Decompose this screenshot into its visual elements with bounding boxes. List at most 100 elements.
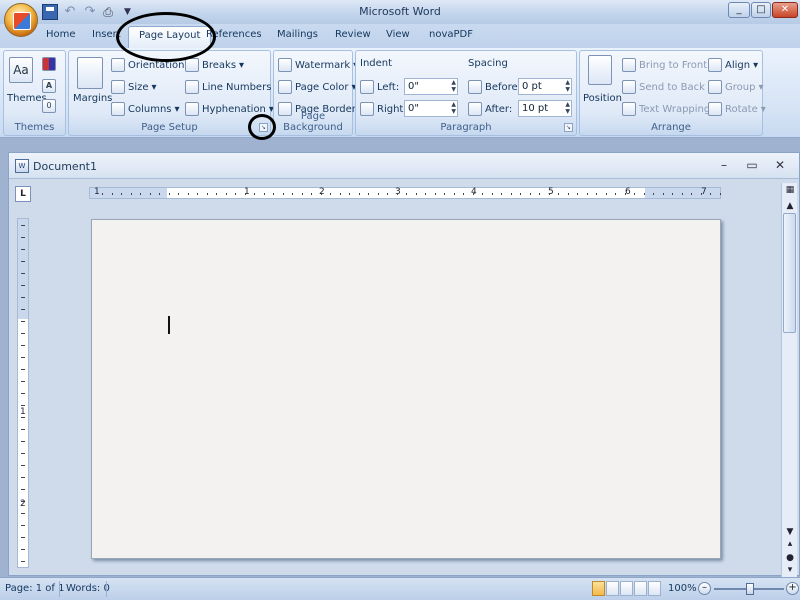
- line-numbers-button[interactable]: Line Numbers▾: [185, 80, 279, 94]
- ruler-tick: [21, 453, 25, 454]
- themes-button[interactable]: Themes: [7, 93, 47, 104]
- columns-button[interactable]: Columns ▾: [111, 102, 180, 116]
- theme-effects-icon[interactable]: 0: [42, 99, 56, 113]
- draft-view-icon[interactable]: [648, 581, 661, 596]
- ruler-tick: [21, 345, 25, 346]
- app-title: Microsoft Word: [359, 5, 441, 18]
- word-count[interactable]: Words: 0: [66, 583, 110, 594]
- select-browse-object-icon[interactable]: ●: [784, 553, 796, 563]
- ruler-tick: [710, 193, 711, 195]
- ruler-tick: [567, 193, 569, 195]
- ruler-tick: [149, 193, 151, 195]
- maximize-button[interactable]: □: [751, 2, 771, 18]
- bring-to-front-button[interactable]: Bring to Front▾: [622, 58, 715, 72]
- position-icon[interactable]: [588, 55, 612, 85]
- ruler-tick: [282, 193, 284, 195]
- group-icon: [708, 80, 722, 94]
- ruler-number: 4: [471, 187, 477, 197]
- margins-icon[interactable]: [77, 57, 103, 89]
- orientation-button[interactable]: Orientation: [111, 58, 184, 72]
- ruler-tick: [21, 405, 25, 406]
- spacing-before-input[interactable]: 0 pt ▲ ▼: [518, 78, 572, 95]
- spacing-after-input[interactable]: 10 pt ▲ ▼: [518, 100, 572, 117]
- ruler-tick: [605, 193, 607, 195]
- ruler-tick: [444, 193, 445, 195]
- office-button[interactable]: [4, 3, 38, 37]
- tab-mailings[interactable]: Mailings: [277, 29, 318, 40]
- tab-selector-icon[interactable]: L: [15, 186, 31, 202]
- theme-fonts-icon[interactable]: A: [42, 79, 56, 93]
- ruler-tick: [159, 193, 160, 195]
- margins-button[interactable]: Margins: [73, 93, 112, 104]
- web-layout-view-icon[interactable]: [620, 581, 633, 596]
- vertical-ruler[interactable]: 12: [17, 218, 29, 568]
- tab-novapdf[interactable]: novaPDF: [429, 29, 473, 40]
- ruler-tick: [548, 193, 550, 195]
- ruler-toggle-icon[interactable]: ▦: [784, 185, 796, 195]
- previous-page-icon[interactable]: ▴: [784, 539, 796, 549]
- line-numbers-icon: [185, 80, 199, 94]
- zoom-in-icon[interactable]: +: [786, 582, 799, 595]
- hyphenation-button[interactable]: Hyphenation ▾: [185, 102, 274, 116]
- theme-colors-icon[interactable]: [42, 57, 56, 71]
- document-restore-button[interactable]: ▭: [743, 157, 761, 173]
- outline-view-icon[interactable]: [634, 581, 647, 596]
- align-button[interactable]: Align ▾: [708, 58, 758, 72]
- align-icon: [708, 58, 722, 72]
- scroll-up-icon[interactable]: ▲: [784, 201, 796, 211]
- indent-right-input[interactable]: 0" ▲ ▼: [404, 100, 458, 117]
- document-close-button[interactable]: ✕: [771, 157, 789, 173]
- tab-page-layout[interactable]: Page Layout: [128, 26, 212, 48]
- tab-review[interactable]: Review: [335, 29, 371, 40]
- document-minimize-button[interactable]: –: [715, 157, 733, 173]
- send-to-back-button[interactable]: Send to Back▾: [622, 80, 713, 94]
- ruler-tick: [102, 193, 103, 195]
- document-title-bar: W Document1 – ▭ ✕: [9, 153, 799, 179]
- ruler-tick: [21, 321, 25, 322]
- ruler-tick: [501, 193, 502, 195]
- page-color-button[interactable]: Page Color▾: [278, 80, 357, 94]
- page-count[interactable]: Page: 1 of 1: [5, 583, 64, 594]
- document-page[interactable]: [91, 219, 721, 559]
- rotate-button[interactable]: Rotate ▾: [708, 102, 766, 116]
- ruler-tick: [21, 477, 25, 478]
- close-button[interactable]: ✕: [772, 2, 798, 18]
- position-button[interactable]: Position: [583, 93, 622, 104]
- full-screen-reading-view-icon[interactable]: [606, 581, 619, 596]
- scrollbar-thumb[interactable]: [783, 213, 796, 333]
- status-separator: [59, 581, 60, 597]
- horizontal-ruler[interactable]: 1 1 2 3 4 5 6 7: [89, 187, 721, 199]
- tab-insert[interactable]: Insert: [92, 29, 121, 40]
- ruler-tick: [21, 237, 25, 238]
- zoom-slider-thumb[interactable]: [746, 583, 754, 595]
- ribbon: Aa Themes A 0 Themes Margins Orientation…: [0, 48, 800, 140]
- breaks-button[interactable]: Breaks ▾: [185, 58, 244, 72]
- watermark-button[interactable]: Watermark▾: [278, 58, 358, 72]
- ruler-number: 2: [319, 187, 325, 197]
- ruler-tick: [21, 261, 25, 262]
- ruler-number: 7: [701, 187, 707, 197]
- zoom-level[interactable]: 100%: [668, 583, 697, 594]
- ruler-number: 1: [94, 187, 100, 197]
- ruler-number: 6: [625, 187, 631, 197]
- group-button[interactable]: Group ▾: [708, 80, 763, 94]
- indent-left-input[interactable]: 0" ▲ ▼: [404, 78, 458, 95]
- tab-view[interactable]: View: [386, 29, 410, 40]
- next-page-icon[interactable]: ▾: [784, 565, 796, 575]
- themes-icon[interactable]: Aa: [9, 57, 33, 83]
- tab-references[interactable]: References: [206, 29, 262, 40]
- size-button[interactable]: Size ▾: [111, 80, 157, 94]
- scroll-down-icon[interactable]: ▼: [784, 527, 796, 537]
- page-setup-launcher-icon[interactable]: ↘: [259, 123, 268, 132]
- ruler-tick: [330, 193, 331, 195]
- tab-home[interactable]: Home: [46, 29, 76, 40]
- vertical-scrollbar[interactable]: ▦ ▲ ▼ ▴ ● ▾: [781, 183, 797, 577]
- minimize-button[interactable]: _: [728, 2, 750, 18]
- text-wrapping-button[interactable]: Text Wrapping▾: [622, 102, 718, 116]
- spacing-label: Spacing: [468, 58, 508, 69]
- paragraph-launcher-icon[interactable]: ↘: [564, 123, 573, 132]
- ruler-tick: [225, 193, 227, 195]
- ruler-tick: [21, 525, 25, 526]
- zoom-out-icon[interactable]: –: [698, 582, 711, 595]
- print-layout-view-icon[interactable]: [592, 581, 605, 596]
